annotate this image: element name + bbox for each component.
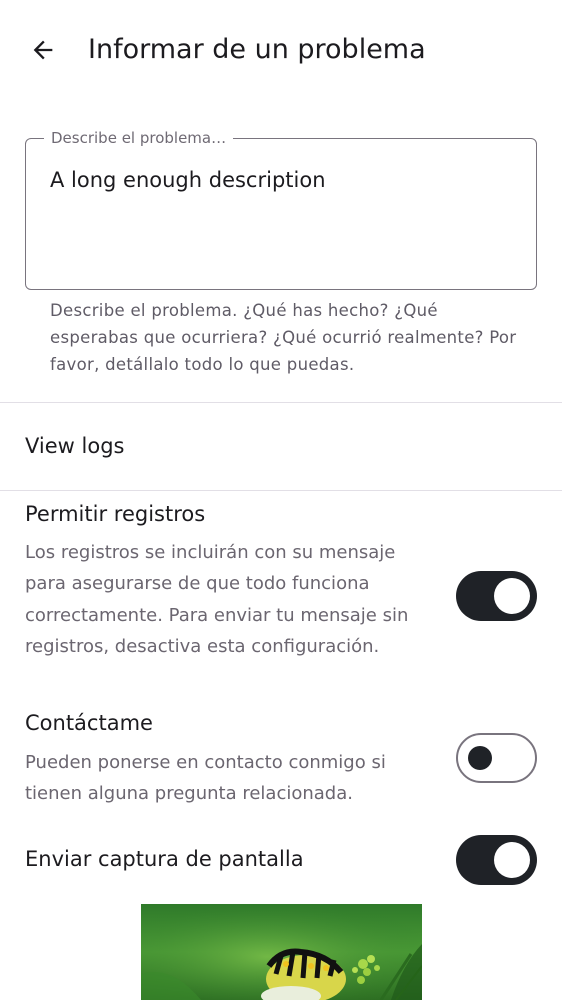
- contact-me-description: Pueden ponerse en contacto conmigo si ti…: [25, 752, 386, 805]
- screenshot-preview-image[interactable]: [141, 904, 422, 1000]
- switch-knob: [494, 842, 530, 878]
- divider: [0, 490, 562, 491]
- send-screenshot-switch[interactable]: [456, 835, 537, 885]
- description-field-label: Describe el problema…: [44, 128, 234, 148]
- arrow-left-icon: [33, 40, 53, 60]
- allow-logs-title: Permitir registros: [25, 502, 206, 526]
- divider: [0, 402, 562, 403]
- view-logs-item[interactable]: View logs: [0, 404, 562, 490]
- allow-logs-description: Los registros se incluirán con su mensaj…: [25, 542, 409, 658]
- allow-logs-switch[interactable]: [456, 571, 537, 621]
- back-button[interactable]: [18, 25, 68, 75]
- description-field[interactable]: Describe el problema… A long enough desc…: [25, 128, 537, 290]
- switch-knob: [468, 745, 492, 770]
- contact-me-switch[interactable]: [456, 733, 537, 783]
- view-logs-label: View logs: [25, 434, 125, 458]
- send-screenshot-title: Enviar captura de pantalla: [25, 847, 304, 871]
- page-title: Informar de un problema: [88, 34, 426, 65]
- description-field-value[interactable]: A long enough description: [50, 165, 326, 195]
- description-helper-text: Describe el problema. ¿Qué has hecho? ¿Q…: [50, 301, 517, 374]
- contact-me-title: Contáctame: [25, 711, 153, 735]
- switch-knob: [494, 578, 530, 614]
- top-app-bar: Informar de un problema: [0, 0, 562, 100]
